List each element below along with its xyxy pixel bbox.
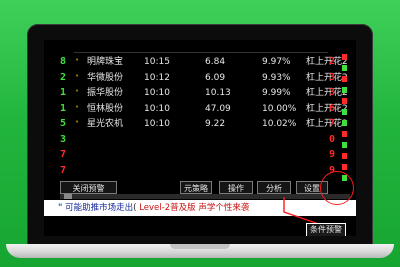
up-arrow-icon: ˄ — [75, 89, 79, 98]
indicator-tick — [342, 98, 347, 104]
stock-price: 47.09 — [205, 103, 231, 114]
alert-time: 10:10 — [144, 103, 170, 114]
alert-row[interactable]: ˄ 星光农机 10:10 9.22 10.02% 杠上开花2 — [74, 117, 348, 133]
right-number-column: 2 3 3 6 7 0 9 9 — [327, 54, 337, 178]
right-digit: 3 — [328, 71, 336, 83]
ticker-quote-mark: " — [58, 203, 63, 213]
change-percent: 9.97% — [262, 57, 291, 67]
right-digit: 3 — [328, 87, 336, 98]
change-percent: 9.99% — [262, 88, 291, 98]
left-digit: 8 — [59, 56, 67, 67]
ticker-text: 可能助推市场走出 — [65, 203, 134, 213]
scrollbar-thumb[interactable] — [64, 194, 72, 199]
left-number-column: 8 2 1 1 5 3 7 7 — [58, 54, 68, 178]
stock-name: 振华股份 — [87, 88, 124, 98]
alert-row[interactable]: ˄ 振华股份 10:10 10.13 9.99% 杠上开花2 — [74, 86, 348, 102]
left-digit: 7 — [59, 164, 67, 176]
stock-price: 9.22 — [205, 119, 226, 129]
indicator-tick — [342, 109, 347, 115]
horizontal-scrollbar[interactable] — [60, 194, 350, 199]
left-digit: 1 — [59, 87, 67, 98]
indicator-tick — [342, 164, 347, 170]
stock-name: 恒林股份 — [87, 103, 124, 114]
alert-time: 10:12 — [144, 72, 170, 83]
indicator-tick — [342, 131, 347, 137]
operate-button[interactable]: 操作 — [219, 181, 253, 194]
right-digit: 7 — [328, 118, 336, 129]
alert-panel: ˄ 明牌珠宝 10:15 6.84 9.97% 杠上开花2 ˄ 华微股份 10:… — [74, 52, 348, 186]
app-screen: 8 2 1 1 5 3 7 7 ˄ 明牌珠宝 10:15 6.84 9.97% … — [44, 40, 356, 236]
alert-time: 10:10 — [144, 119, 170, 129]
up-arrow-icon: ˄ — [75, 120, 79, 129]
stock-price: 10.13 — [205, 88, 231, 98]
indicator-tick — [342, 87, 347, 93]
indicator-tick — [342, 54, 347, 60]
indicator-tick — [342, 76, 347, 82]
stock-name: 星光农机 — [87, 119, 124, 129]
stock-name: 华微股份 — [87, 72, 124, 83]
stock-name: 明牌珠宝 — [87, 57, 124, 67]
change-percent: 10.02% — [262, 119, 297, 129]
stock-price: 6.09 — [205, 72, 226, 83]
laptop-notch — [170, 244, 230, 249]
up-arrow-icon: ˄ — [75, 58, 79, 67]
left-digit: 5 — [59, 118, 67, 129]
right-digit: 6 — [328, 102, 336, 114]
indicator-tick — [342, 153, 347, 159]
right-digit: 9 — [328, 149, 336, 160]
right-digit: 2 — [328, 56, 336, 67]
ticker-paren: ( — [133, 203, 137, 213]
alert-time: 10:15 — [144, 57, 170, 67]
left-digit: 3 — [59, 133, 67, 145]
condition-alert-tab[interactable]: 条件预警 — [306, 223, 346, 236]
change-percent: 10.00% — [262, 103, 297, 114]
indicator-tick — [342, 142, 347, 148]
left-digit: 2 — [59, 71, 67, 83]
left-digit: 1 — [59, 102, 67, 114]
left-digit: 7 — [59, 149, 67, 160]
close-alert-button[interactable]: 关闭预警 — [60, 181, 117, 194]
up-arrow-icon: ˄ — [75, 104, 79, 114]
alert-row[interactable]: ˄ 华微股份 10:12 6.09 9.93% 杠上开花2 — [74, 71, 348, 87]
up-arrow-icon: ˄ — [75, 73, 79, 83]
alert-time: 10:10 — [144, 88, 170, 98]
ticker-text-secondary: 声学个性来袭 — [198, 203, 250, 213]
ticker-link[interactable]: Level-2普及版 — [139, 203, 195, 213]
alert-row[interactable]: ˄ 明牌珠宝 10:15 6.84 9.97% 杠上开花2 — [74, 55, 348, 71]
stock-price: 6.84 — [205, 57, 226, 67]
strategy-button[interactable]: 元策略 — [180, 181, 212, 194]
settings-highlight-circle — [320, 171, 354, 205]
change-percent: 9.93% — [262, 72, 291, 83]
right-digit: 0 — [328, 133, 336, 145]
analyze-button[interactable]: 分析 — [257, 181, 291, 194]
news-ticker[interactable]: " 可能助推市场走出( Level-2普及版 声学个性来袭 — [44, 200, 356, 216]
indicator-tick — [342, 65, 347, 71]
indicator-tick — [342, 120, 347, 126]
alert-row[interactable]: ˄ 恒林股份 10:10 47.09 10.00% 杠上开花2 — [74, 102, 348, 118]
